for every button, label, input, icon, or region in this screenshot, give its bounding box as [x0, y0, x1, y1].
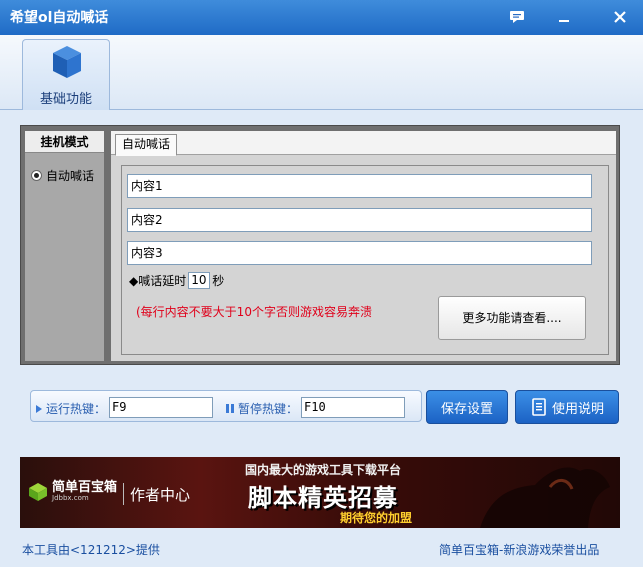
- delay-row: ◆喊话延时 10 秒: [129, 272, 224, 289]
- run-hotkey-input[interactable]: F9: [109, 397, 213, 418]
- run-hotkey-label: 运行热键：: [35, 400, 106, 417]
- top-toolbar: 基础功能: [0, 35, 643, 110]
- brand-cube-icon: [29, 482, 47, 501]
- save-settings-label: 保存设置: [440, 401, 493, 417]
- brand-domain: Jdbbx.com: [52, 494, 89, 503]
- mode-panel: 挂机模式 自动喊话: [25, 131, 104, 361]
- tab-auto-shout[interactable]: 自动喊话: [115, 134, 178, 156]
- close-icon[interactable]: [609, 7, 631, 27]
- delay-input[interactable]: 10: [188, 272, 211, 289]
- brand-logo: 简单百宝箱 Jdbbx.com: [28, 480, 118, 503]
- run-hotkey-text: 运行热键：: [46, 402, 107, 416]
- footer-provider: 本工具由<121212>提供: [22, 543, 160, 557]
- mode-item-label: 自动喊话: [46, 169, 95, 183]
- brand-name: 简单百宝箱: [52, 480, 118, 495]
- help-button[interactable]: 使用说明: [515, 390, 619, 424]
- banner-slogan: 国内最大的游戏工具下载平台: [245, 463, 402, 477]
- cube-icon: [51, 44, 83, 83]
- tab-strip: 自动喊话: [111, 131, 616, 156]
- ad-banner[interactable]: 简单百宝箱 Jdbbx.com 作者中心 国内最大的游戏工具下载平台 脚本精英招…: [20, 457, 620, 528]
- window-title: 希望ol自动喊话: [10, 10, 109, 26]
- horse-rider-image: [480, 467, 610, 528]
- content-input-3[interactable]: 内容3: [127, 241, 592, 265]
- banner-headline: 脚本精英招募: [248, 484, 398, 512]
- hotkey-bar: 运行热键： F9 暂停热键： F10: [30, 390, 422, 422]
- main-panel: 挂机模式 自动喊话 自动喊话 内容1 内容2 内容3 ◆喊话延时 10 秒 (每…: [20, 125, 620, 365]
- save-settings-button[interactable]: 保存设置: [426, 390, 508, 424]
- shout-settings: 内容1 内容2 内容3 ◆喊话延时 10 秒 (每行内容不要大于10个字否则游戏…: [121, 165, 609, 355]
- title-bar: 希望ol自动喊话: [0, 0, 643, 35]
- content-input-1[interactable]: 内容1: [127, 174, 592, 198]
- content-panel: 自动喊话 内容1 内容2 内容3 ◆喊话延时 10 秒 (每行内容不要大于10个…: [111, 131, 616, 361]
- minimize-icon[interactable]: [553, 7, 575, 27]
- pause-hotkey-label: 暂停热键：: [225, 400, 298, 417]
- more-features-button[interactable]: 更多功能请查看....: [438, 296, 586, 340]
- help-label: 使用说明: [551, 401, 604, 417]
- footer-publisher[interactable]: 简单百宝箱-新浪游戏荣誉出品: [439, 541, 599, 558]
- play-icon: [36, 404, 42, 413]
- delay-label: ◆喊话延时: [129, 274, 187, 288]
- feedback-icon[interactable]: [506, 7, 528, 27]
- pause-hotkey-text: 暂停热键：: [238, 402, 299, 416]
- pause-icon: [226, 404, 234, 413]
- banner-subline: 期待您的加盟: [340, 511, 413, 525]
- pause-hotkey-input[interactable]: F10: [301, 397, 405, 418]
- author-center: 作者中心: [130, 486, 191, 504]
- basic-function-tab[interactable]: 基础功能: [22, 39, 110, 110]
- radio-icon[interactable]: [31, 170, 42, 181]
- delay-unit: 秒: [212, 274, 225, 288]
- mode-item-auto-shout[interactable]: 自动喊话: [31, 167, 94, 184]
- basic-function-label: 基础功能: [39, 92, 92, 107]
- banner-divider: [123, 483, 124, 505]
- warning-text: (每行内容不要大于10个字否则游戏容易奔溃: [136, 305, 372, 319]
- mode-header: 挂机模式: [25, 131, 104, 153]
- content-input-2[interactable]: 内容2: [127, 208, 592, 232]
- manual-icon: [532, 398, 546, 416]
